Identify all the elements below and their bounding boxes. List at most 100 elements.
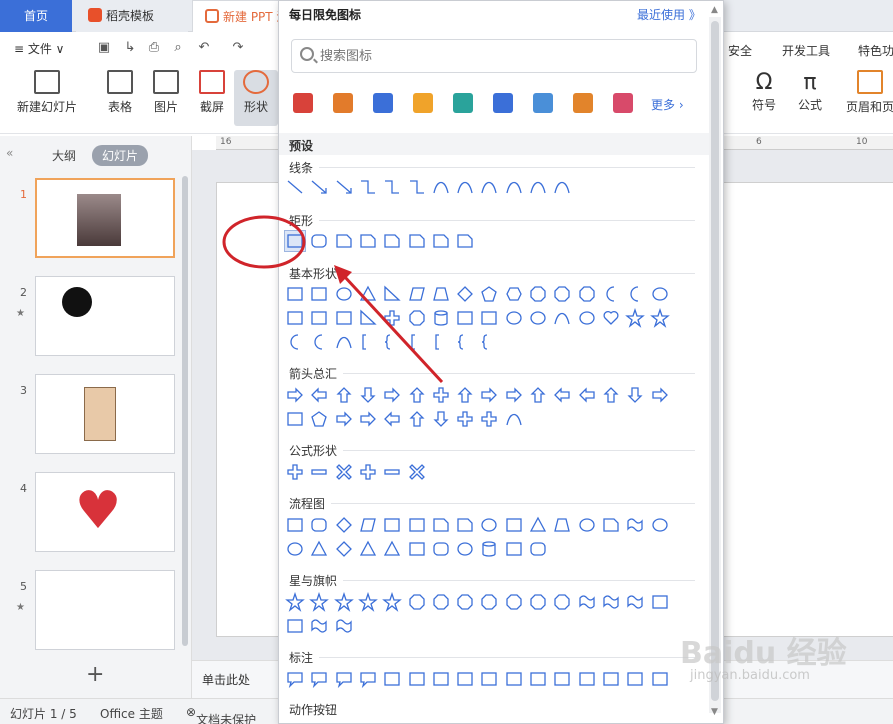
rect-shape-icon[interactable]: [650, 669, 670, 689]
rect-shape-icon[interactable]: [334, 308, 354, 328]
rect-shape-icon[interactable]: [528, 669, 548, 689]
can-shape-icon[interactable]: [431, 308, 451, 328]
plus-shape-icon[interactable]: [382, 308, 402, 328]
more-icons-link[interactable]: 更多 ›: [651, 96, 684, 113]
hex-shape-icon[interactable]: [504, 284, 524, 304]
elbow-shape-icon[interactable]: [407, 177, 427, 197]
free-icon-item[interactable]: [413, 93, 433, 113]
curve-shape-icon[interactable]: [334, 332, 354, 352]
free-icon-item[interactable]: [293, 93, 313, 113]
rect-shape-icon[interactable]: [504, 669, 524, 689]
collapse-icon[interactable]: «: [6, 146, 13, 160]
arrowU-shape-icon[interactable]: [455, 385, 475, 405]
rect-shape-icon[interactable]: [285, 616, 305, 636]
formula-button[interactable]: π 公式: [790, 70, 830, 113]
arrowD-shape-icon[interactable]: [358, 385, 378, 405]
oct-shape-icon[interactable]: [504, 592, 524, 612]
plus-shape-icon[interactable]: [285, 462, 305, 482]
icon-search-box[interactable]: [291, 39, 697, 73]
slide-thumbnail[interactable]: [35, 374, 175, 454]
screenshot-button[interactable]: 截屏: [192, 70, 232, 115]
arrowD-shape-icon[interactable]: [625, 385, 645, 405]
tab-home[interactable]: 首页: [0, 0, 72, 32]
triangle-shape-icon[interactable]: [382, 539, 402, 559]
plus-shape-icon[interactable]: [479, 409, 499, 429]
rect-shape-icon[interactable]: [285, 409, 305, 429]
plus-shape-icon[interactable]: [455, 409, 475, 429]
ellipse-shape-icon[interactable]: [334, 284, 354, 304]
wave-shape-icon[interactable]: [334, 616, 354, 636]
slide-thumbnail[interactable]: [35, 570, 175, 650]
add-slide-button[interactable]: +: [86, 662, 104, 687]
curve-shape-icon[interactable]: [504, 177, 524, 197]
curve-shape-icon[interactable]: [504, 409, 524, 429]
rect-shape-icon[interactable]: [552, 669, 572, 689]
brace-shape-icon[interactable]: [382, 332, 402, 352]
oct-shape-icon[interactable]: [407, 308, 427, 328]
curve-shape-icon[interactable]: [479, 177, 499, 197]
plus-shape-icon[interactable]: [358, 462, 378, 482]
rect-shape-icon[interactable]: [309, 284, 329, 304]
rrect-shape-icon[interactable]: [431, 539, 451, 559]
oct-shape-icon[interactable]: [455, 592, 475, 612]
curve-shape-icon[interactable]: [552, 177, 572, 197]
ellipse-shape-icon[interactable]: [285, 539, 305, 559]
plus-shape-icon[interactable]: [431, 385, 451, 405]
line-shape-icon[interactable]: [285, 177, 305, 197]
rrect-shape-icon[interactable]: [528, 539, 548, 559]
oct-shape-icon[interactable]: [528, 592, 548, 612]
rect-shape-icon[interactable]: [601, 669, 621, 689]
menu-security[interactable]: 安全: [728, 42, 752, 59]
diamond-shape-icon[interactable]: [455, 284, 475, 304]
rect-shape-icon[interactable]: [577, 669, 597, 689]
rrect-shape-icon[interactable]: [309, 231, 329, 251]
ellipse-shape-icon[interactable]: [504, 308, 524, 328]
bracket-shape-icon[interactable]: [407, 332, 427, 352]
snip-shape-icon[interactable]: [431, 231, 451, 251]
brace-shape-icon[interactable]: [479, 332, 499, 352]
star-shape-icon[interactable]: [649, 308, 670, 328]
arrowU-shape-icon[interactable]: [528, 385, 548, 405]
star-shape-icon[interactable]: [285, 592, 305, 612]
trap-shape-icon[interactable]: [431, 284, 451, 304]
tab-slides[interactable]: 幻灯片: [92, 145, 149, 166]
heart-shape-icon[interactable]: [601, 308, 621, 328]
elbow-shape-icon[interactable]: [382, 177, 402, 197]
snip-shape-icon[interactable]: [431, 515, 451, 535]
curve-shape-icon[interactable]: [455, 177, 475, 197]
recent-used-link[interactable]: 最近使用 》: [637, 6, 701, 23]
ellipse-shape-icon[interactable]: [577, 308, 597, 328]
moon-shape-icon[interactable]: [309, 332, 329, 352]
rtri-shape-icon[interactable]: [358, 308, 378, 328]
rect-shape-icon[interactable]: [382, 669, 402, 689]
rect-shape-icon[interactable]: [431, 669, 451, 689]
bracket-shape-icon[interactable]: [431, 332, 451, 352]
arrowR-shape-icon[interactable]: [358, 409, 378, 429]
rect-shape-icon[interactable]: [650, 592, 670, 612]
rect-shape-icon[interactable]: [625, 669, 645, 689]
triangle-shape-icon[interactable]: [528, 515, 548, 535]
star-shape-icon[interactable]: [333, 592, 354, 612]
minus-shape-icon[interactable]: [309, 462, 329, 482]
snip-shape-icon[interactable]: [455, 231, 475, 251]
arrowline-shape-icon[interactable]: [334, 177, 354, 197]
menu-dev-tools[interactable]: 开发工具: [782, 42, 830, 59]
arrowU-shape-icon[interactable]: [407, 409, 427, 429]
rect-shape-icon[interactable]: [479, 308, 499, 328]
arrowline-shape-icon[interactable]: [309, 177, 329, 197]
triangle-shape-icon[interactable]: [309, 539, 329, 559]
print-icon[interactable]: ⎙: [146, 40, 162, 56]
slide-thumbnail[interactable]: ♥: [35, 472, 175, 552]
arrowL-shape-icon[interactable]: [309, 385, 329, 405]
free-icon-item[interactable]: [573, 93, 593, 113]
wave-shape-icon[interactable]: [309, 616, 329, 636]
symbol-button[interactable]: Ω 符号: [744, 70, 784, 113]
export-icon[interactable]: ↳: [122, 40, 138, 56]
rect-shape-icon[interactable]: [504, 539, 524, 559]
free-icon-item[interactable]: [453, 93, 473, 113]
table-button[interactable]: 表格: [100, 70, 140, 115]
moon-shape-icon[interactable]: [285, 332, 305, 352]
header-footer-button[interactable]: 页眉和页: [846, 70, 893, 115]
elbow-shape-icon[interactable]: [358, 177, 378, 197]
star-shape-icon[interactable]: [382, 592, 403, 612]
